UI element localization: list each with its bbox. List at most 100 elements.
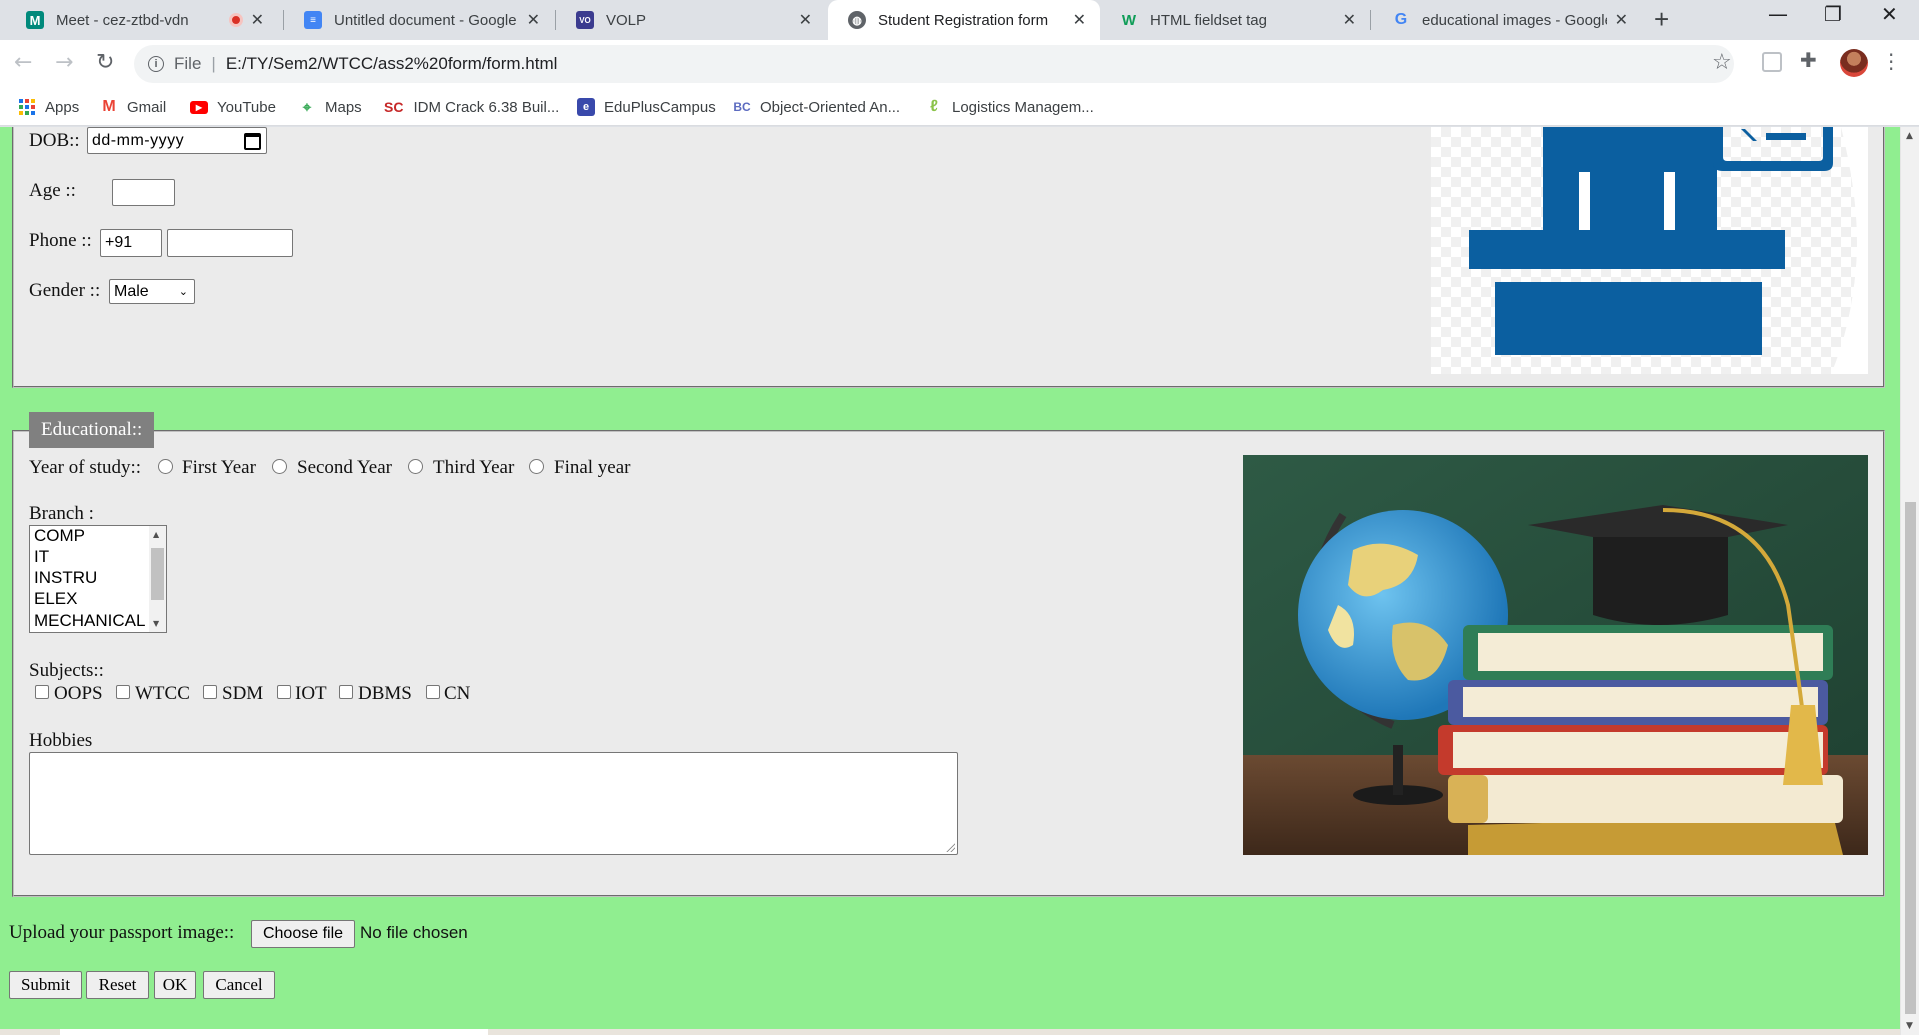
branch-label: Branch : xyxy=(29,503,94,524)
subject-sdm-label: SDM xyxy=(222,683,264,704)
minimize-icon[interactable]: — xyxy=(1768,2,1788,26)
tab-student-registration[interactable]: ◍ Student Registration form ✕ xyxy=(828,0,1100,40)
tab-title: Untitled document - Google xyxy=(334,11,517,29)
restore-icon[interactable]: ❐ xyxy=(1824,2,1842,26)
tab-title: educational images - Google xyxy=(1422,11,1607,29)
gender-select[interactable]: Male ⌄ xyxy=(109,279,195,304)
dob-label: DOB:: xyxy=(29,130,80,151)
branch-listbox[interactable]: COMP IT INSTRU ELEX MECHANICAL ▲ ▼ xyxy=(29,525,167,633)
new-tab-icon[interactable]: + xyxy=(1654,4,1669,35)
close-icon[interactable]: ✕ xyxy=(251,10,264,30)
address-scheme: File xyxy=(174,54,202,73)
volp-icon: VO xyxy=(576,11,594,29)
branch-option[interactable]: COMP xyxy=(34,526,85,546)
bookmark-logistics[interactable]: ℓ Logistics Managem... xyxy=(925,88,1094,126)
tab-title: Student Registration form xyxy=(878,11,1049,29)
tab-google-images[interactable]: G educational images - Google ✕ xyxy=(1372,0,1642,40)
extensions-puzzle-icon[interactable]: ✚ xyxy=(1800,48,1820,72)
branch-option[interactable]: INSTRU xyxy=(34,568,97,588)
tab-strip: M Meet - cez-ztbd-vdn ✕ ≡ Untitled docum… xyxy=(0,0,1919,40)
address-divider: | xyxy=(211,54,216,73)
close-icon[interactable]: ✕ xyxy=(1615,10,1628,30)
branch-option[interactable]: ELEX xyxy=(34,589,77,609)
bookmark-idm[interactable]: SC IDM Crack 6.38 Buil... xyxy=(384,88,559,126)
dob-input[interactable]: dd-mm-yyyy xyxy=(87,127,267,154)
cancel-button[interactable]: Cancel xyxy=(203,971,275,999)
scroll-down-icon[interactable]: ▼ xyxy=(1906,1021,1913,1031)
radio-second-year[interactable] xyxy=(272,459,287,474)
radio-final-year[interactable] xyxy=(529,459,544,474)
back-icon[interactable]: ← xyxy=(14,50,32,75)
tab-volp[interactable]: VO VOLP ✕ xyxy=(556,0,826,40)
forward-icon[interactable]: → xyxy=(55,50,73,75)
page-scrollbar[interactable]: ▲ ▼ xyxy=(1900,127,1919,1035)
close-icon[interactable]: ✕ xyxy=(527,10,540,30)
tab-meet[interactable]: M Meet - cez-ztbd-vdn ✕ xyxy=(6,0,278,40)
second-year-label: Second Year xyxy=(297,457,392,478)
close-icon[interactable]: ✕ xyxy=(1073,10,1086,30)
ok-button[interactable]: OK xyxy=(154,971,196,999)
bookmark-ooad[interactable]: BC Object-Oriented An... xyxy=(733,88,900,126)
extension-square-icon[interactable] xyxy=(1762,52,1782,72)
tab-fieldset[interactable]: W HTML fieldset tag ✕ xyxy=(1100,0,1370,40)
checkbox-wtcc[interactable] xyxy=(116,685,130,699)
bookmark-maps[interactable]: ⌖ Maps xyxy=(298,88,362,126)
subject-cn-label: CN xyxy=(444,683,471,704)
scroll-up-icon[interactable]: ▲ xyxy=(153,530,159,539)
page-scroll-thumb[interactable] xyxy=(1905,502,1916,1014)
branch-scrollbar[interactable]: ▲ ▼ xyxy=(149,526,166,632)
tab-title: Meet - cez-ztbd-vdn xyxy=(56,11,189,29)
close-icon[interactable]: ✕ xyxy=(799,10,812,30)
branch-option[interactable]: MECHANICAL xyxy=(34,611,145,631)
scroll-up-icon[interactable]: ▲ xyxy=(1906,131,1913,141)
tab-docs[interactable]: ≡ Untitled document - Google ✕ xyxy=(284,0,554,40)
radio-third-year[interactable] xyxy=(408,459,423,474)
reset-button[interactable]: Reset xyxy=(86,971,149,999)
subject-oops-label: OOPS xyxy=(54,683,103,704)
page-viewport: DOB:: dd-mm-yyyy Age :: Phone :: +91 Gen… xyxy=(0,127,1900,1035)
checkbox-iot[interactable] xyxy=(277,685,291,699)
branch-scroll-thumb[interactable] xyxy=(151,548,164,600)
scroll-down-icon[interactable]: ▼ xyxy=(153,619,159,628)
podium-person-icon xyxy=(1431,127,1868,374)
gmail-icon: M xyxy=(102,98,116,115)
gender-value: Male xyxy=(114,282,149,300)
bookmark-youtube[interactable]: ▶ YouTube xyxy=(190,88,276,126)
age-input[interactable] xyxy=(112,179,175,206)
tab-separator xyxy=(1370,10,1371,30)
maps-icon: ⌖ xyxy=(302,98,312,116)
gender-label: Gender :: xyxy=(29,280,101,301)
menu-kebab-icon[interactable]: · · · xyxy=(1888,45,1894,79)
choose-file-button[interactable]: Choose file xyxy=(251,920,355,948)
branch-option[interactable]: IT xyxy=(34,547,49,567)
info-icon[interactable]: i xyxy=(148,56,164,72)
calendar-icon[interactable] xyxy=(244,133,261,150)
bookmark-apps[interactable]: Apps xyxy=(18,88,79,126)
address-bar[interactable]: i File | E:/TY/Sem2/WTCC/ass2%20form/for… xyxy=(134,45,1734,83)
resize-grip-icon[interactable] xyxy=(945,842,955,852)
upload-label: Upload your passport image:: xyxy=(9,922,235,943)
close-icon[interactable]: ✕ xyxy=(1343,10,1356,30)
bookmark-eduplus[interactable]: e EduPlusCampus xyxy=(577,88,716,126)
checkbox-oops[interactable] xyxy=(35,685,49,699)
phone-code-input[interactable]: +91 xyxy=(100,229,162,257)
bookmark-label: Logistics Managem... xyxy=(952,98,1094,116)
google-meet-icon: M xyxy=(26,11,44,29)
reload-icon[interactable]: ↻ xyxy=(96,50,114,75)
bookmark-label: Apps xyxy=(45,98,80,116)
profile-avatar[interactable] xyxy=(1840,49,1868,77)
bookmark-gmail[interactable]: M Gmail xyxy=(100,88,166,126)
checkbox-dbms[interactable] xyxy=(339,685,353,699)
bookmark-label: Maps xyxy=(325,98,362,116)
hobbies-textarea[interactable] xyxy=(29,752,958,855)
bookmark-star-icon[interactable]: ☆ xyxy=(1712,50,1732,75)
submit-button[interactable]: Submit xyxy=(9,971,82,999)
checkbox-cn[interactable] xyxy=(426,685,440,699)
sc-icon: SC xyxy=(384,99,404,115)
close-window-icon[interactable]: ✕ xyxy=(1881,2,1898,26)
radio-first-year[interactable] xyxy=(158,459,173,474)
checkbox-sdm[interactable] xyxy=(203,685,217,699)
eduplus-icon: e xyxy=(577,98,595,116)
phone-number-input[interactable] xyxy=(167,229,293,257)
bookmark-label: Gmail xyxy=(127,98,167,116)
